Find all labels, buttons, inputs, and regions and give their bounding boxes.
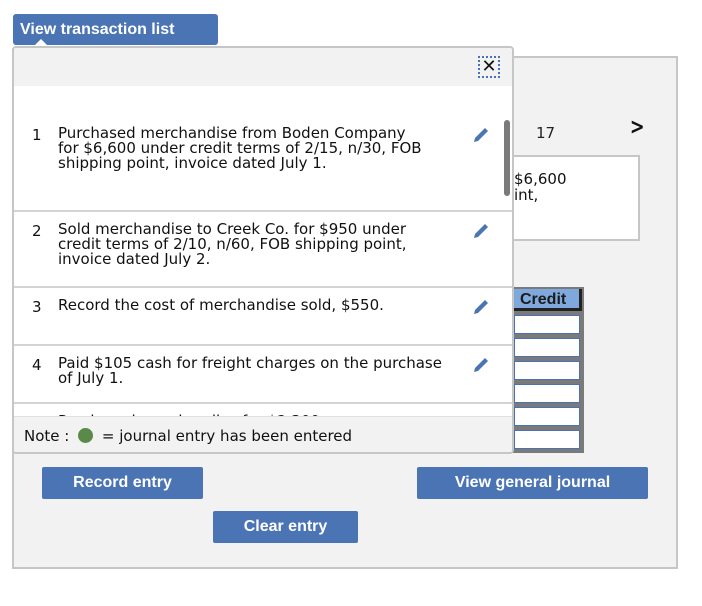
list-item[interactable]: 3 Record the cost of merchandise sold, $… — [14, 288, 512, 346]
credit-column-header: Credit — [514, 289, 582, 311]
credit-input[interactable] — [514, 430, 580, 449]
item-text: Sold merchandise to Creek Co. for $950 u… — [58, 220, 407, 268]
item-text: Record the cost of merchandise sold, $55… — [58, 296, 384, 314]
credit-input[interactable] — [514, 407, 580, 426]
popup-pointer — [34, 39, 48, 46]
list-item[interactable]: 2 Sold merchandise to Creek Co. for $950… — [14, 212, 512, 288]
description-line: $6,600 — [514, 170, 567, 188]
journal-grid: Credit — [512, 287, 584, 453]
description-line: int, — [514, 186, 539, 204]
pencil-icon[interactable] — [472, 126, 490, 144]
item-number: 1 — [32, 126, 42, 144]
page-number: 17 — [536, 124, 556, 142]
record-entry-button[interactable]: Record entry — [42, 467, 203, 499]
transaction-list-popup: ✕ 1 Purchased merchandise from Boden Com… — [12, 46, 514, 454]
credit-input[interactable] — [514, 384, 580, 403]
list-item[interactable]: 1 Purchased merchandise from Boden Compa… — [14, 126, 512, 212]
pencil-icon[interactable] — [472, 356, 490, 374]
credit-input[interactable] — [514, 315, 580, 334]
entered-status-icon — [78, 428, 94, 443]
list-item[interactable]: 5 Purchased merchandise for $2,300 — [14, 404, 512, 417]
transaction-list: 1 Purchased merchandise from Boden Compa… — [14, 86, 512, 416]
chevron-right-icon[interactable]: > — [630, 115, 645, 140]
credit-input[interactable] — [514, 361, 580, 380]
popup-header — [14, 48, 512, 86]
credit-input[interactable] — [514, 338, 580, 357]
list-scrollbar[interactable] — [504, 120, 510, 196]
list-item[interactable]: 4 Paid $105 cash for freight charges on … — [14, 346, 512, 404]
item-text: Purchased merchandise from Boden Company… — [58, 124, 422, 172]
view-general-journal-button[interactable]: View general journal — [417, 467, 648, 499]
transaction-description-box: $6,600 int, — [500, 155, 640, 241]
clear-entry-button[interactable]: Clear entry — [213, 511, 358, 543]
item-text: Paid $105 cash for freight charges on th… — [58, 354, 442, 387]
close-icon[interactable]: ✕ — [478, 56, 500, 78]
legend-note: Note : = journal entry has been entered — [14, 416, 512, 452]
pencil-icon[interactable] — [472, 222, 490, 240]
pencil-icon[interactable] — [472, 298, 490, 316]
item-number: 2 — [32, 222, 42, 240]
item-number: 4 — [32, 356, 42, 374]
note-text: = journal entry has been entered — [101, 427, 353, 445]
item-number: 3 — [32, 298, 42, 316]
note-label: Note : — [24, 427, 70, 445]
